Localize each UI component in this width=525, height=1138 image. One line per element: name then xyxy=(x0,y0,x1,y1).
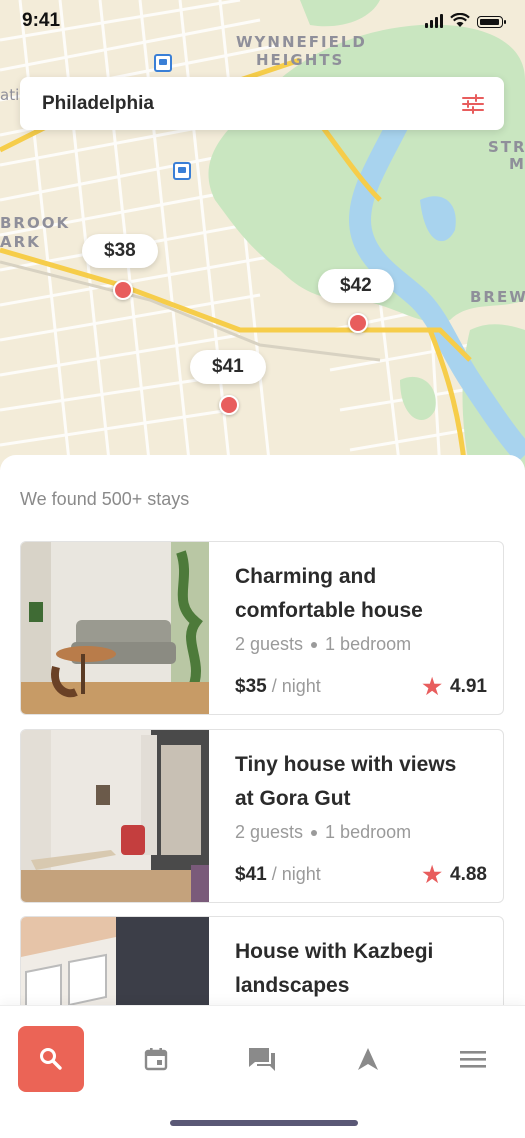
sliders-icon[interactable] xyxy=(462,93,484,114)
listing-details: Charming and comfortable house 2 guests 1… xyxy=(209,542,503,714)
location-search-bar[interactable]: Philadelphia xyxy=(20,77,504,130)
price-pin-label[interactable]: $42 xyxy=(318,269,394,303)
map-label-m: M xyxy=(509,155,525,173)
cellular-signal-icon xyxy=(425,14,443,28)
star-icon: ★ xyxy=(422,862,443,887)
map-label-park: ARK xyxy=(0,233,41,251)
transit-icon xyxy=(154,54,172,72)
results-count: We found 500+ stays xyxy=(20,489,190,509)
listing-card[interactable]: Charming and comfortable house 2 guests 1… xyxy=(20,541,504,715)
price-pin-label[interactable]: $38 xyxy=(82,234,158,268)
map-pin-dot[interactable] xyxy=(348,313,368,333)
location-text: Philadelphia xyxy=(42,92,154,114)
listing-photo xyxy=(21,542,209,714)
listing-title: Tiny house with views at Gora Gut xyxy=(235,753,457,810)
listing-title: Charming and comfortable house xyxy=(235,565,423,622)
transit-icon xyxy=(173,162,191,180)
listing-rating: ★ 4.88 xyxy=(422,864,487,886)
listing-photo xyxy=(21,917,209,1015)
menu-icon xyxy=(460,1051,486,1068)
listing-price: $41 / night xyxy=(235,864,321,886)
rating-value: 4.88 xyxy=(450,864,487,885)
guests-count: 2 guests xyxy=(235,822,304,842)
price-unit: / night xyxy=(271,676,321,696)
listing-meta: 2 guests 1 bedroom xyxy=(235,634,487,655)
map-view[interactable]: WYNNEFIELD HEIGHTS BROOK ARK STR M BREW … xyxy=(0,0,525,470)
map-label-brook: BROOK xyxy=(0,214,71,232)
bottom-tab-bar xyxy=(0,1005,525,1138)
wifi-icon xyxy=(450,13,470,27)
home-indicator xyxy=(170,1120,358,1126)
price-pin-label[interactable]: $41 xyxy=(190,350,266,384)
listing-card[interactable]: Tiny house with views at Gora Gut 2 gues… xyxy=(20,729,504,903)
map-label-str: STR xyxy=(488,138,525,156)
star-icon: ★ xyxy=(422,674,443,699)
results-sheet[interactable]: We found 500+ stays Charming and comfort… xyxy=(0,455,525,1015)
bedroom-count: 1 bedroom xyxy=(325,822,412,842)
tab-explore[interactable] xyxy=(335,1026,401,1092)
listing-photo xyxy=(21,730,209,902)
tab-messages[interactable] xyxy=(229,1026,295,1092)
listing-details: House with Kazbegi landscapes xyxy=(209,917,503,1015)
map-pin-dot[interactable] xyxy=(219,395,239,415)
separator-dot xyxy=(311,642,318,649)
tab-bookings[interactable] xyxy=(123,1026,189,1092)
listing-price: $35 / night xyxy=(235,676,321,698)
navigation-icon xyxy=(358,1048,378,1070)
listing-meta: 2 guests 1 bedroom xyxy=(235,822,487,843)
chat-icon xyxy=(249,1048,275,1071)
price-unit: / night xyxy=(271,864,321,884)
listing-details: Tiny house with views at Gora Gut 2 gues… xyxy=(209,730,503,902)
calendar-icon xyxy=(144,1048,168,1071)
tab-search[interactable] xyxy=(18,1026,84,1092)
price-amount: $35 xyxy=(235,676,267,697)
price-amount: $41 xyxy=(235,864,267,885)
bedroom-count: 1 bedroom xyxy=(325,634,412,654)
separator-dot xyxy=(311,830,318,837)
guests-count: 2 guests xyxy=(235,634,304,654)
status-icons xyxy=(425,13,506,28)
map-background xyxy=(0,0,525,470)
map-label-brew: BREW xyxy=(470,288,525,306)
map-label-wynnefield: WYNNEFIELD xyxy=(236,33,367,51)
map-label-heights: HEIGHTS xyxy=(256,51,345,69)
listing-rating: ★ 4.91 xyxy=(422,676,487,698)
map-pin-dot[interactable] xyxy=(113,280,133,300)
status-time: 9:41 xyxy=(22,10,61,31)
search-icon xyxy=(40,1048,62,1070)
tab-menu[interactable] xyxy=(440,1026,506,1092)
listing-card[interactable]: House with Kazbegi landscapes xyxy=(20,916,504,1015)
listing-title: House with Kazbegi landscapes xyxy=(235,940,434,997)
battery-icon xyxy=(477,16,506,28)
rating-value: 4.91 xyxy=(450,676,487,697)
